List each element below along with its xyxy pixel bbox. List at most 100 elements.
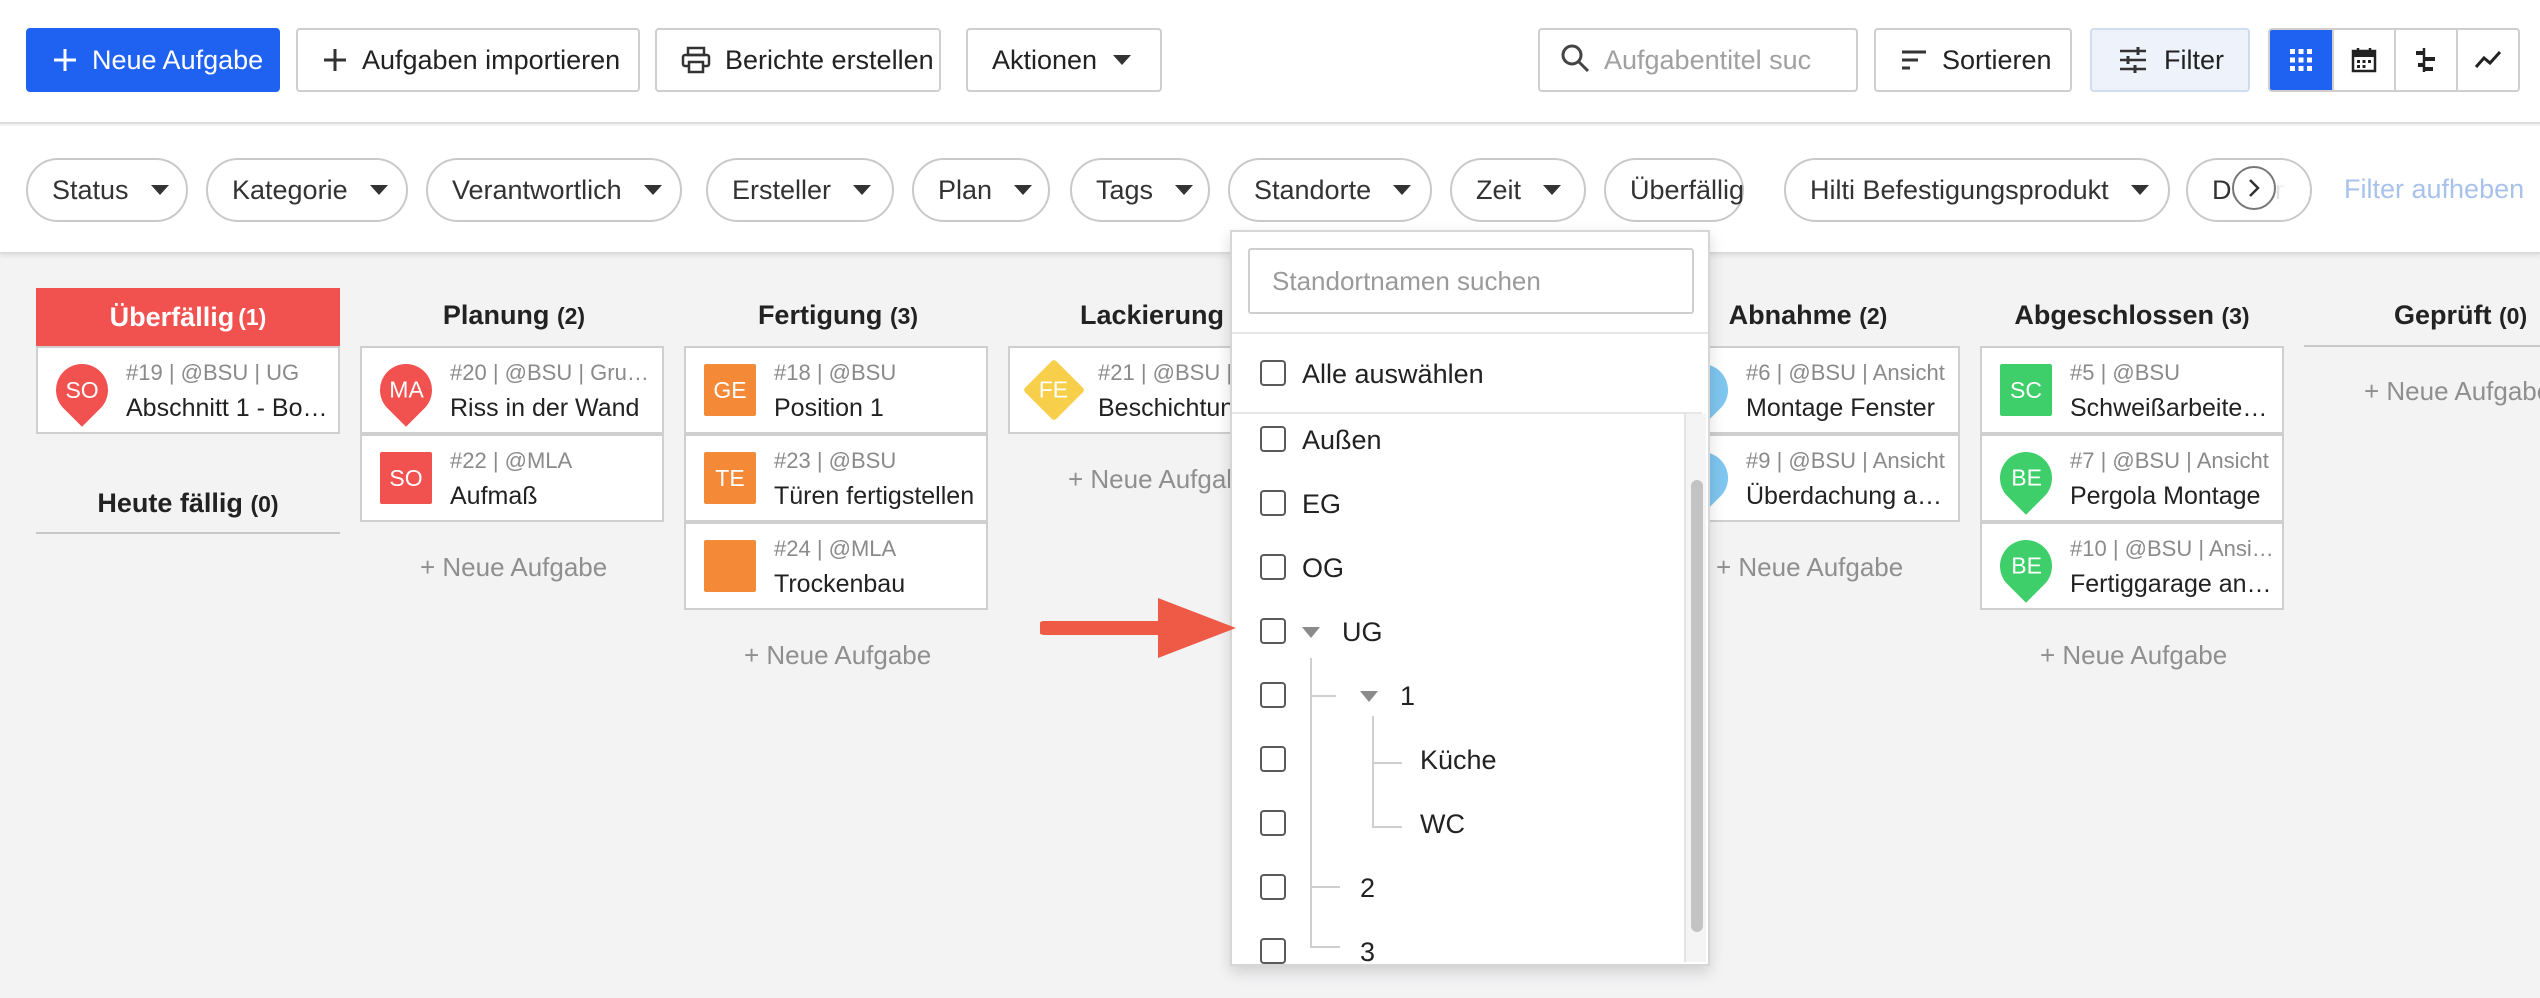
filter-chip-overdue[interactable]: Überfällig [1604, 158, 1744, 222]
checkbox[interactable] [1260, 746, 1286, 772]
import-tasks-button[interactable]: Aufgaben importieren [296, 28, 640, 92]
sort-label: Sortieren [1942, 44, 2052, 75]
location-option-expanded[interactable]: UG [1232, 612, 1682, 652]
filter-chip-label: Hilti Befestigungsprodukt [1810, 174, 2109, 205]
location-option[interactable]: 3 [1232, 932, 1682, 964]
location-option[interactable]: EG [1232, 484, 1682, 524]
create-reports-button[interactable]: Berichte erstellen [655, 28, 941, 92]
filter-chip-status[interactable]: Status [26, 158, 188, 222]
new-task-button[interactable]: Neue Aufgabe [26, 28, 280, 92]
filter-label: Filter [2164, 44, 2224, 75]
filter-chip-plan[interactable]: Plan [912, 158, 1050, 222]
add-task-button[interactable]: + Neue Aufgabe [2040, 640, 2227, 671]
select-all-option[interactable]: Alle auswählen [1232, 354, 1702, 394]
checkbox[interactable] [1260, 554, 1286, 580]
location-option[interactable]: 2 [1232, 868, 1682, 908]
chevron-down-icon [1543, 185, 1562, 195]
task-meta: #7 | @BSU | Ansicht [2070, 448, 2269, 473]
checkbox[interactable] [1260, 426, 1286, 452]
option-label: WC [1420, 808, 1465, 839]
filter-chip-category[interactable]: Kategorie [206, 158, 408, 222]
task-card[interactable]: SC #5 | @BSU Schweißarbeiten Geländer [1980, 346, 2284, 434]
option-label: Küche [1420, 744, 1497, 775]
chevron-down-icon [643, 185, 662, 195]
location-search-input[interactable] [1248, 248, 1694, 314]
main-toolbar: Neue Aufgabe Aufgaben importieren Berich… [0, 0, 2540, 124]
caret-down-icon[interactable] [1302, 627, 1320, 638]
add-task-button[interactable]: + Neue Aufgabe [2364, 376, 2540, 407]
chevron-down-icon [1113, 55, 1132, 65]
filter-chip-hilti[interactable]: Hilti Befestigungsprodukt [1784, 158, 2170, 222]
dropdown-scrollbar-thumb[interactable] [1691, 480, 1703, 932]
chart-view-button[interactable] [2456, 30, 2518, 90]
sort-icon [1900, 43, 1928, 77]
add-task-button[interactable]: + Neue Aufgabe [1068, 464, 1255, 495]
add-task-button[interactable]: + Neue Aufgabe [744, 640, 931, 671]
avatar: BE [1989, 529, 2063, 603]
filter-chip-tags[interactable]: Tags [1070, 158, 1210, 222]
option-label: OG [1302, 552, 1345, 583]
trend-line-icon [2474, 50, 2502, 68]
task-card[interactable]: BE #7 | @BSU | Ansicht Pergola Montage [1980, 434, 2284, 522]
filter-chip-creator[interactable]: Ersteller [706, 158, 894, 222]
location-option[interactable]: Küche [1232, 740, 1682, 780]
filter-chip-locations[interactable]: Standorte [1228, 158, 1432, 222]
filter-chip-responsible[interactable]: Verantwortlich [426, 158, 682, 222]
gantt-view-button[interactable] [2394, 30, 2456, 90]
filter-chip-label: Kategorie [232, 174, 348, 205]
actions-dropdown[interactable]: Aktionen [966, 28, 1162, 92]
calendar-view-button[interactable] [2332, 30, 2394, 90]
location-option[interactable]: OG [1232, 548, 1682, 588]
task-card[interactable]: SO #19 | @BSU | UG Abschnitt 1 - Boden [36, 346, 340, 434]
checkbox[interactable] [1260, 682, 1286, 708]
filter-chip-label: Verantwortlich [452, 174, 622, 205]
task-card[interactable]: GE #18 | @BSU Position 1 [684, 346, 988, 434]
task-card[interactable]: MA #20 | @BSU | Grundriss Riss in der Wa… [360, 346, 664, 434]
column-count: (3) [2221, 303, 2250, 329]
column-title: Lackierung [1080, 300, 1225, 330]
task-title: Riss in der Wand [450, 394, 640, 422]
column-count: (3) [889, 303, 919, 329]
option-label: 1 [1400, 680, 1416, 711]
column-underline [36, 532, 340, 534]
task-card[interactable]: BE #10 | @BSU | Ansicht Fertiggarage anb… [1980, 522, 2284, 610]
chevron-down-icon [853, 185, 872, 195]
checkbox[interactable] [1260, 874, 1286, 900]
clear-filters-link[interactable]: Filter aufheben [2344, 174, 2524, 205]
checkbox[interactable] [1260, 938, 1286, 964]
add-task-button[interactable]: + Neue Aufgabe [1716, 552, 1903, 583]
task-search-box[interactable] [1538, 28, 1858, 92]
new-task-label: Neue Aufgabe [92, 44, 264, 75]
task-card[interactable]: #24 | @MLA Trockenbau [684, 522, 988, 610]
column-count: (2) [1859, 303, 1888, 329]
location-option[interactable]: Außen [1232, 420, 1682, 460]
sort-button[interactable]: Sortieren [1874, 28, 2072, 92]
column-header-completed: Abgeschlossen (3) [1980, 300, 2284, 331]
option-label: Alle auswählen [1302, 358, 1484, 389]
avatar: TE [704, 452, 756, 504]
avatar: BE [1989, 441, 2063, 515]
checkbox[interactable] [1260, 618, 1286, 644]
board-view-button[interactable] [2270, 30, 2332, 90]
column-title: Abnahme [1728, 300, 1852, 330]
column-header-checked: Geprüft (0) [2394, 300, 2527, 331]
location-option-expanded[interactable]: 1 [1232, 676, 1682, 716]
task-meta: #22 | @MLA [450, 448, 573, 473]
filter-button[interactable]: Filter [2090, 28, 2250, 92]
task-title: Türen fertigstellen [774, 482, 975, 510]
checkbox[interactable] [1260, 490, 1286, 516]
checkbox[interactable] [1260, 810, 1286, 836]
task-card[interactable]: SO #22 | @MLA Aufmaß [360, 434, 664, 522]
plus-icon [322, 43, 348, 77]
checkbox[interactable] [1260, 360, 1286, 386]
task-card[interactable]: TE #23 | @BSU Türen fertigstellen [684, 434, 988, 522]
chevron-down-icon [2130, 185, 2149, 195]
task-meta: #10 | @BSU | Ansicht [2070, 536, 2276, 561]
filter-chip-time[interactable]: Zeit [1450, 158, 1586, 222]
add-task-button[interactable]: + Neue Aufgabe [420, 552, 607, 583]
filter-scroll-right-button[interactable] [2232, 166, 2276, 210]
annotation-arrow-icon [1040, 598, 1236, 658]
caret-down-icon[interactable] [1360, 691, 1378, 702]
location-option[interactable]: WC [1232, 804, 1682, 844]
task-search-input[interactable] [1604, 44, 1834, 76]
